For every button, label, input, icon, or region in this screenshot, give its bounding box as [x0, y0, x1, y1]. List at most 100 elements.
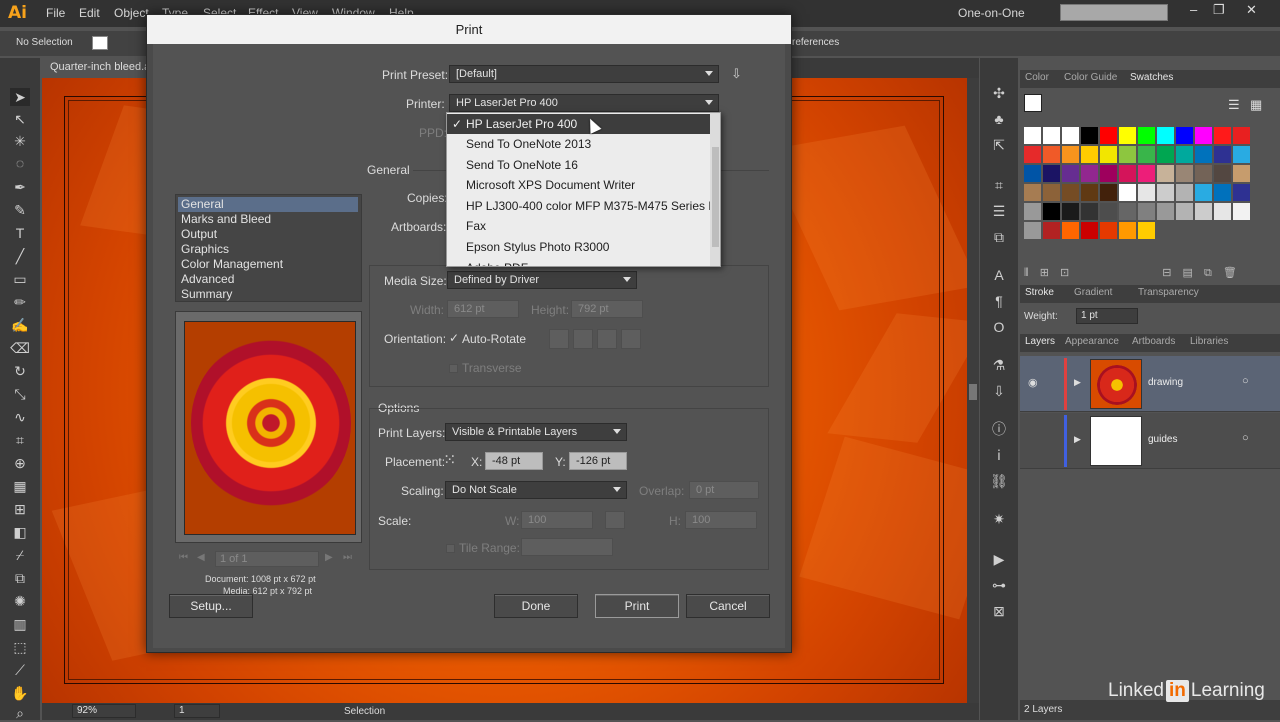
- landscape-flipped-icon[interactable]: [621, 329, 641, 349]
- last-page-icon[interactable]: ⏭: [343, 552, 352, 563]
- swatch-libraries-icon[interactable]: ⫴: [1024, 267, 1029, 279]
- type-tool-icon[interactable]: T: [10, 224, 30, 242]
- color-swatch[interactable]: [1024, 146, 1041, 163]
- vertical-scrollbar[interactable]: [967, 78, 979, 703]
- eyedropper-tool-icon[interactable]: ⌿: [10, 546, 30, 564]
- portrait-icon[interactable]: [549, 329, 569, 349]
- hand-tool-icon[interactable]: ✋: [10, 684, 30, 702]
- color-swatch[interactable]: [1195, 203, 1212, 220]
- category-summary[interactable]: Summary: [178, 287, 358, 302]
- color-swatch[interactable]: [1119, 146, 1136, 163]
- color-swatch[interactable]: [1157, 184, 1174, 201]
- color-swatch[interactable]: [1119, 184, 1136, 201]
- color-swatch[interactable]: [1138, 146, 1155, 163]
- magic-wand-tool-icon[interactable]: ✳: [10, 132, 30, 150]
- blend-tool-icon[interactable]: ⧉: [10, 569, 30, 587]
- auto-rotate-checkbox[interactable]: ✓: [449, 331, 459, 345]
- color-swatch[interactable]: [1043, 184, 1060, 201]
- perspective-grid-tool-icon[interactable]: ▦: [10, 477, 30, 495]
- direct-selection-tool-icon[interactable]: ↖: [10, 110, 30, 128]
- zoom-level-field[interactable]: 92%: [72, 704, 136, 718]
- color-swatch[interactable]: [1138, 203, 1155, 220]
- tile-range-checkbox[interactable]: [446, 544, 455, 553]
- category-color-management[interactable]: Color Management: [178, 257, 358, 272]
- free-transform-tool-icon[interactable]: ⌗: [10, 431, 30, 449]
- selection-tool-icon[interactable]: ➤: [10, 88, 30, 106]
- menu-object[interactable]: Object: [114, 6, 149, 20]
- delete-swatch-icon[interactable]: 🗑: [1223, 267, 1237, 279]
- color-swatch[interactable]: [1119, 222, 1136, 239]
- mesh-tool-icon[interactable]: ⊞: [10, 500, 30, 518]
- menu-file[interactable]: File: [46, 6, 65, 20]
- scrollbar-thumb[interactable]: [969, 384, 977, 400]
- layer-name[interactable]: drawing: [1148, 377, 1183, 388]
- printer-option[interactable]: Send To OneNote 2013: [447, 134, 711, 154]
- color-swatch[interactable]: [1214, 165, 1231, 182]
- color-swatch[interactable]: [1195, 146, 1212, 163]
- graphic-styles-icon[interactable]: ⚗: [990, 356, 1008, 374]
- eraser-tool-icon[interactable]: ⌫: [10, 339, 30, 357]
- export-icon[interactable]: ⇱: [990, 136, 1008, 154]
- puppet-warp-icon[interactable]: ✣: [990, 84, 1008, 102]
- layer-row-drawing[interactable]: ◉ ▶ drawing ○: [1020, 356, 1280, 412]
- color-swatch[interactable]: [1157, 127, 1174, 144]
- color-swatch[interactable]: [1176, 203, 1193, 220]
- links-icon[interactable]: ⛓: [990, 472, 1008, 490]
- color-swatch[interactable]: [1062, 165, 1079, 182]
- tab-layers[interactable]: Layers: [1025, 336, 1055, 347]
- first-page-icon[interactable]: ⏮: [179, 552, 188, 563]
- expand-triangle-icon[interactable]: ▶: [1074, 377, 1081, 388]
- category-output[interactable]: Output: [178, 227, 358, 242]
- color-swatch[interactable]: [1119, 127, 1136, 144]
- asset-export-icon[interactable]: ⇩: [990, 382, 1008, 400]
- workspace-switcher[interactable]: One-on-One: [958, 6, 1025, 20]
- actions-play-icon[interactable]: ▶: [990, 550, 1008, 568]
- color-swatch[interactable]: [1024, 203, 1041, 220]
- placement-y-field[interactable]: -126 pt: [569, 452, 627, 470]
- slice-tool-icon[interactable]: ⟋: [10, 661, 30, 679]
- align-icon[interactable]: ☰: [990, 202, 1008, 220]
- artboard-tool-icon[interactable]: ⬚: [10, 638, 30, 656]
- color-swatch[interactable]: [1214, 127, 1231, 144]
- color-swatch[interactable]: [1214, 184, 1231, 201]
- color-swatch[interactable]: [1062, 146, 1079, 163]
- transverse-checkbox[interactable]: [449, 364, 458, 373]
- scale-tool-icon[interactable]: ⤡: [10, 385, 30, 403]
- character-icon[interactable]: A: [990, 266, 1008, 284]
- printer-option[interactable]: HP LJ300-400 color MFP M375-M475 Series …: [447, 196, 720, 216]
- scale-h-field[interactable]: 100: [685, 511, 757, 529]
- color-swatch[interactable]: [1024, 184, 1041, 201]
- tab-swatches[interactable]: Swatches: [1130, 72, 1173, 83]
- color-swatch[interactable]: [1100, 203, 1117, 220]
- column-graph-tool-icon[interactable]: ▥: [10, 615, 30, 633]
- scale-w-field[interactable]: 100: [521, 511, 593, 529]
- symbol-sprayer-tool-icon[interactable]: ✺: [10, 592, 30, 610]
- color-swatch[interactable]: [1138, 127, 1155, 144]
- color-swatch[interactable]: [1081, 165, 1098, 182]
- print-preview[interactable]: [175, 311, 362, 543]
- save-preset-icon[interactable]: ⇩: [731, 66, 742, 82]
- printer-select[interactable]: HP LaserJet Pro 400: [449, 94, 719, 112]
- document-tab[interactable]: Quarter-inch bleed.ai: [42, 58, 152, 78]
- color-swatch[interactable]: [1119, 165, 1136, 182]
- color-swatch[interactable]: [1100, 127, 1117, 144]
- color-swatch[interactable]: [1176, 165, 1193, 182]
- color-swatch[interactable]: [1233, 165, 1250, 182]
- color-swatch[interactable]: [1062, 203, 1079, 220]
- grid-view-icon[interactable]: ▦: [1250, 97, 1262, 113]
- transform-icon[interactable]: ⌗: [990, 176, 1008, 194]
- width-field[interactable]: 612 pt: [447, 300, 519, 318]
- color-swatch[interactable]: [1138, 184, 1155, 201]
- color-swatch[interactable]: [1062, 127, 1079, 144]
- color-swatch[interactable]: [1081, 222, 1098, 239]
- layer-row-guides[interactable]: ▶ guides ○: [1020, 413, 1280, 469]
- info-icon[interactable]: ⓘ: [990, 420, 1008, 438]
- document-info-icon[interactable]: ⅰ: [990, 446, 1008, 464]
- color-swatch[interactable]: [1024, 222, 1041, 239]
- maximize-button[interactable]: ❐: [1213, 2, 1225, 18]
- shaper-tool-icon[interactable]: ✍: [10, 316, 30, 334]
- color-swatch[interactable]: [1214, 146, 1231, 163]
- preferences-button[interactable]: references: [792, 37, 839, 48]
- eye-icon[interactable]: ◉: [1028, 376, 1038, 389]
- brushes-icon[interactable]: ✷: [990, 510, 1008, 528]
